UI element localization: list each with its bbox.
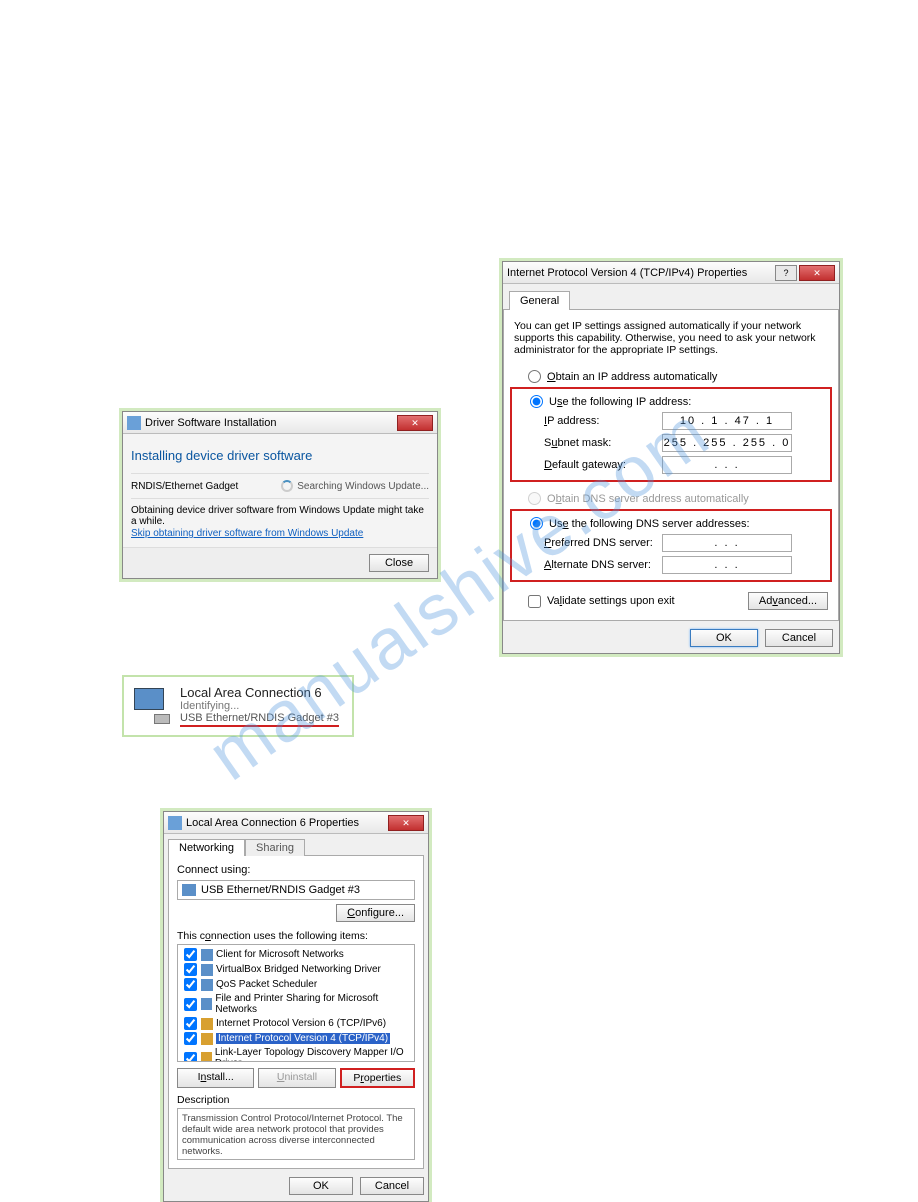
item-checkbox[interactable] xyxy=(184,1032,197,1045)
radio-auto-ip-label: Obtain an IP address automatically xyxy=(547,371,717,383)
tab-general[interactable]: General xyxy=(509,291,570,310)
validate-label: Validate settings upon exit xyxy=(547,595,675,607)
dialog-title: Internet Protocol Version 4 (TCP/IPv4) P… xyxy=(507,267,773,279)
mask-label: Subnet mask: xyxy=(544,437,662,449)
tab-networking[interactable]: Networking xyxy=(168,839,245,856)
dns-section-highlight: Use the following DNS server addresses: … xyxy=(510,509,832,582)
advanced-button[interactable]: Advanced... xyxy=(748,592,828,610)
list-item[interactable]: Client for Microsoft Networks xyxy=(180,947,412,962)
radio-manual-ip[interactable] xyxy=(530,395,543,408)
adns-label: Alternate DNS server: xyxy=(544,559,662,571)
configure-button[interactable]: Configure... xyxy=(336,904,415,922)
ip-label: IP address: xyxy=(544,415,662,427)
items-label: This connection uses the following items… xyxy=(177,930,415,942)
client-icon xyxy=(201,949,213,961)
cancel-button[interactable]: Cancel xyxy=(765,629,833,647)
hint-text: Obtaining device driver software from Wi… xyxy=(131,505,429,527)
gateway-input[interactable]: . . . xyxy=(662,456,792,474)
subnet-mask-input[interactable]: 255 . 255 . 255 . 0 xyxy=(662,434,792,452)
service-icon xyxy=(201,964,213,976)
spinner-icon xyxy=(281,480,293,492)
install-button[interactable]: Install... xyxy=(177,1068,254,1088)
connection-name: Local Area Connection 6 xyxy=(180,685,339,700)
service-icon xyxy=(201,998,212,1010)
dialog-title: Driver Software Installation xyxy=(145,417,395,429)
radio-auto-dns-label: Obtain DNS server address automatically xyxy=(547,493,749,505)
list-item[interactable]: Link-Layer Topology Discovery Mapper I/O… xyxy=(180,1046,412,1062)
lac-properties-dialog: Local Area Connection 6 Properties ✕ Net… xyxy=(163,811,429,1202)
list-item-selected[interactable]: Internet Protocol Version 4 (TCP/IPv4) xyxy=(180,1031,412,1046)
driver-install-dialog: Driver Software Installation ✕ Installin… xyxy=(122,411,438,579)
ok-button[interactable]: OK xyxy=(690,629,758,647)
protocol-icon xyxy=(201,1052,212,1062)
adapter-box: USB Ethernet/RNDIS Gadget #3 xyxy=(177,880,415,900)
pdns-label: Preferred DNS server: xyxy=(544,537,662,549)
properties-button[interactable]: Properties xyxy=(340,1068,415,1088)
protocol-icon xyxy=(201,1018,213,1030)
item-checkbox[interactable] xyxy=(184,998,197,1011)
radio-auto-ip[interactable] xyxy=(528,370,541,383)
preferred-dns-input[interactable]: . . . xyxy=(662,534,792,552)
item-checkbox[interactable] xyxy=(184,963,197,976)
close-icon[interactable]: ✕ xyxy=(388,815,424,831)
connect-using-label: Connect using: xyxy=(177,864,415,876)
item-checkbox[interactable] xyxy=(184,978,197,991)
protocol-icon xyxy=(201,1033,213,1045)
list-item[interactable]: QoS Packet Scheduler xyxy=(180,977,412,992)
connection-tile[interactable]: Local Area Connection 6 Identifying... U… xyxy=(122,675,354,737)
titlebar: Driver Software Installation ✕ xyxy=(123,412,437,434)
dialog-title: Local Area Connection 6 Properties xyxy=(186,817,386,829)
items-list[interactable]: Client for Microsoft Networks VirtualBox… xyxy=(177,944,415,1062)
close-icon[interactable]: ✕ xyxy=(397,415,433,431)
list-item[interactable]: File and Printer Sharing for Microsoft N… xyxy=(180,992,412,1016)
tab-sharing[interactable]: Sharing xyxy=(245,839,305,856)
item-checkbox[interactable] xyxy=(184,948,197,961)
device-name: RNDIS/Ethernet Gadget xyxy=(131,481,238,492)
ipv4-properties-dialog: Internet Protocol Version 4 (TCP/IPv4) P… xyxy=(502,261,840,654)
connection-device: USB Ethernet/RNDIS Gadget #3 xyxy=(180,712,339,727)
item-checkbox[interactable] xyxy=(184,1052,197,1063)
description-text: You can get IP settings assigned automat… xyxy=(514,320,828,356)
cancel-button[interactable]: Cancel xyxy=(360,1177,424,1195)
help-icon[interactable]: ? xyxy=(775,265,797,281)
description-text: Transmission Control Protocol/Internet P… xyxy=(177,1108,415,1160)
list-item[interactable]: VirtualBox Bridged Networking Driver xyxy=(180,962,412,977)
ip-section-highlight: Use the following IP address: IP address… xyxy=(510,387,832,482)
adapter-name: USB Ethernet/RNDIS Gadget #3 xyxy=(201,884,360,896)
titlebar: Local Area Connection 6 Properties ✕ xyxy=(164,812,428,834)
description-label: Description xyxy=(177,1094,415,1106)
service-icon xyxy=(201,979,213,991)
ok-button[interactable]: OK xyxy=(289,1177,353,1195)
radio-auto-dns xyxy=(528,492,541,505)
heading: Installing device driver software xyxy=(131,442,429,473)
alternate-dns-input[interactable]: . . . xyxy=(662,556,792,574)
skip-link[interactable]: Skip obtaining driver software from Wind… xyxy=(131,528,363,539)
radio-manual-dns-label: Use the following DNS server addresses: xyxy=(549,518,750,530)
network-adapter-icon xyxy=(128,686,172,726)
ip-address-input[interactable]: 10 . 1 . 47 . 1 xyxy=(662,412,792,430)
adapter-icon xyxy=(182,884,196,896)
dialog-icon xyxy=(127,416,141,430)
item-checkbox[interactable] xyxy=(184,1017,197,1030)
validate-checkbox[interactable] xyxy=(528,595,541,608)
search-status: Searching Windows Update... xyxy=(281,480,429,492)
titlebar: Internet Protocol Version 4 (TCP/IPv4) P… xyxy=(503,262,839,284)
gateway-label: Default gateway: xyxy=(544,459,662,471)
radio-manual-dns[interactable] xyxy=(530,517,543,530)
list-item[interactable]: Internet Protocol Version 6 (TCP/IPv6) xyxy=(180,1016,412,1031)
close-icon[interactable]: ✕ xyxy=(799,265,835,281)
connection-status: Identifying... xyxy=(180,700,339,712)
close-button[interactable]: Close xyxy=(369,554,429,572)
radio-manual-ip-label: Use the following IP address: xyxy=(549,396,691,408)
dialog-icon xyxy=(168,816,182,830)
uninstall-button: Uninstall xyxy=(258,1068,335,1088)
